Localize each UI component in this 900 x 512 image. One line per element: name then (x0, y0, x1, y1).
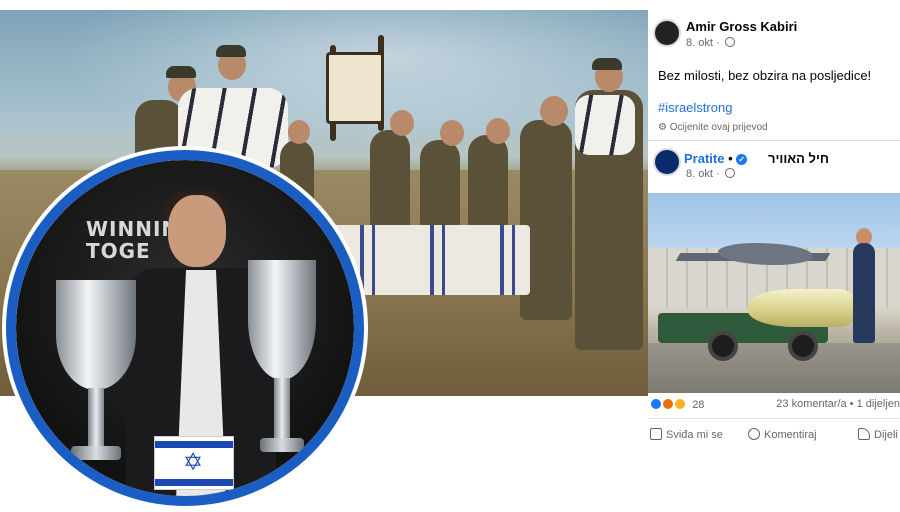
verified-icon: ✓ (736, 154, 748, 165)
man-portrait (168, 195, 226, 267)
share-button[interactable]: Dijeli (858, 428, 898, 441)
profile-picture-circle: WINNIN TOGE ✡ (6, 150, 364, 506)
comment-button[interactable]: Komentiraj (748, 428, 817, 441)
fighter-jet-bomb-photo[interactable] (648, 193, 900, 393)
post-text: Bez milosti, bez obzira na posljedice! (658, 68, 872, 83)
post-author-name[interactable]: Amir Gross Kabiri (686, 19, 797, 34)
like-button[interactable]: Sviđa mi se (650, 428, 723, 441)
screenshot-collage: WINNIN TOGE ✡ Amir Gross Kabiri 8. okt ·… (0, 0, 900, 512)
page-name[interactable]: חיל האוויר (768, 151, 829, 166)
facebook-posts-panel: Amir Gross Kabiri 8. okt · Bez milosti, … (648, 10, 900, 455)
globe-icon (724, 168, 735, 178)
share-icon (858, 428, 870, 440)
israel-flag: ✡ (154, 436, 234, 490)
page-avatar[interactable] (653, 148, 681, 176)
angry-reaction-icon (662, 398, 675, 410)
like-icon (650, 428, 662, 440)
author-avatar[interactable] (653, 19, 681, 47)
banner-text: WINNIN TOGE (86, 217, 180, 263)
comments-shares-count[interactable]: 23 komentar/a • 1 dijeljen (776, 398, 900, 410)
comment-icon (748, 428, 760, 440)
care-reaction-icon (674, 398, 687, 410)
post2-date[interactable]: 8. okt · (686, 168, 735, 180)
reactions-summary[interactable]: 28 (650, 398, 704, 411)
post-date[interactable]: 8. okt · (686, 37, 735, 49)
hashtag-link[interactable]: #israelstrong (658, 100, 732, 115)
settings-icon: ⚙ (658, 122, 667, 133)
follow-button[interactable]: Pratite • ✓ (684, 151, 748, 166)
rate-translation-link[interactable]: ⚙ Ocijenite ovaj prijevod (658, 122, 768, 133)
globe-icon (724, 37, 735, 47)
star-of-david-icon: ✡ (183, 449, 204, 476)
like-reaction-icon (650, 398, 662, 410)
